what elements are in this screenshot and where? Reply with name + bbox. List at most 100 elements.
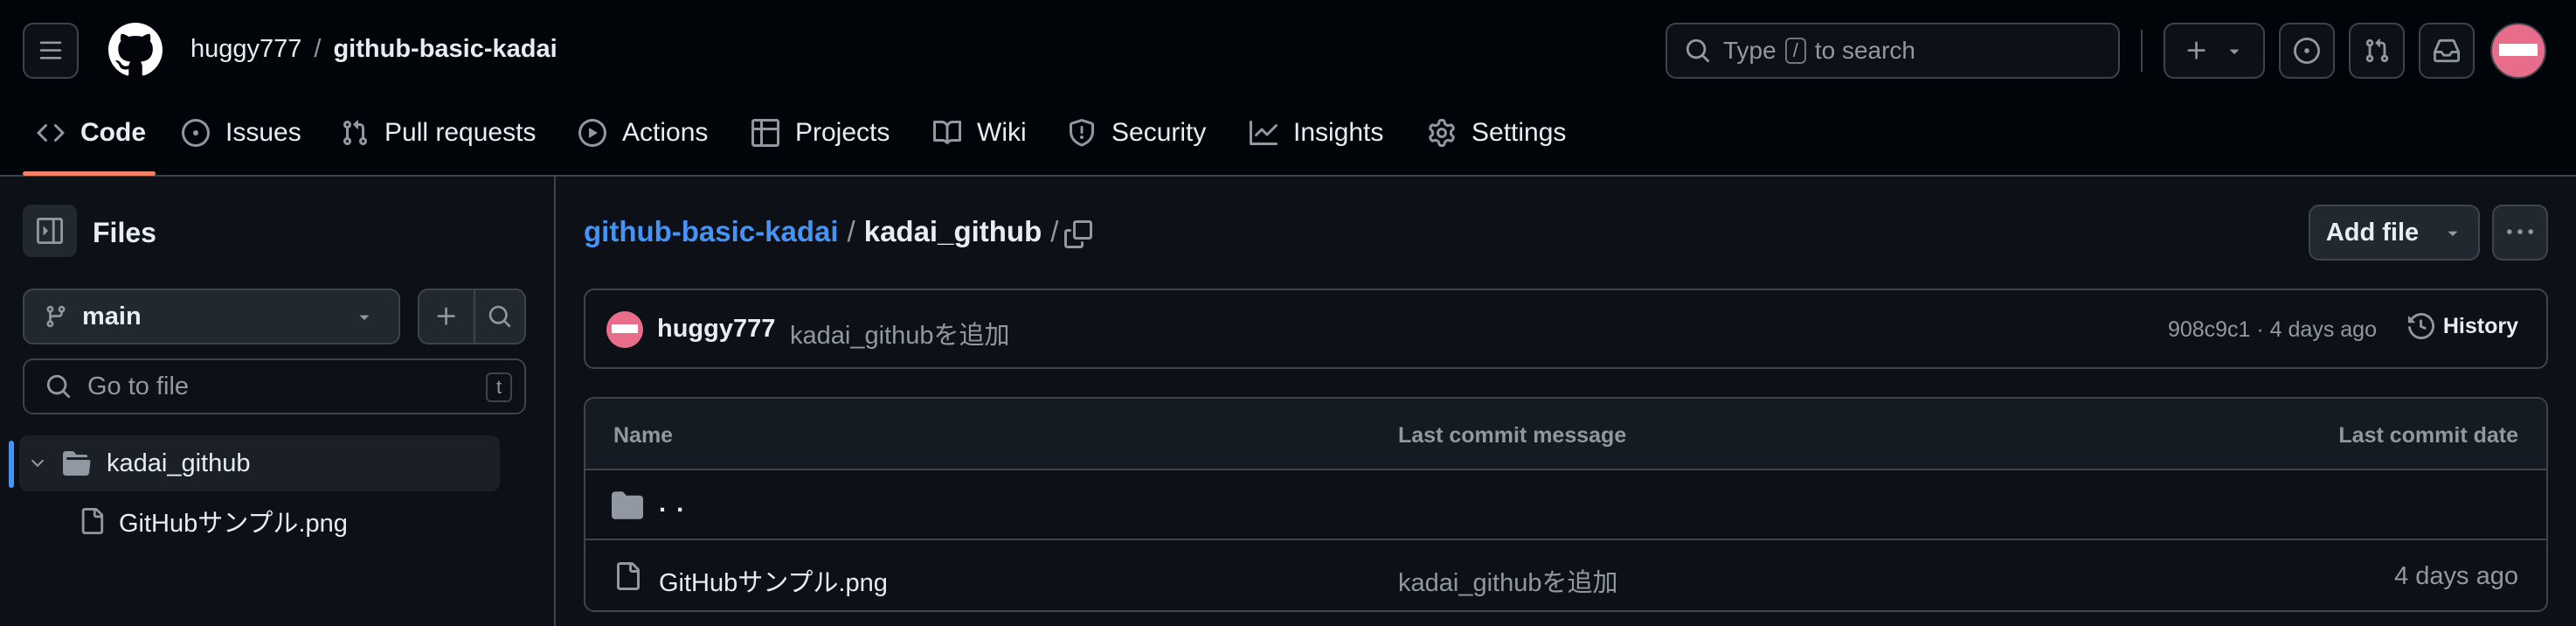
play-icon bbox=[578, 119, 606, 147]
table-row-parent-directory[interactable]: . . bbox=[585, 470, 2546, 540]
search-icon bbox=[488, 305, 511, 328]
breadcrumb-current-folder: kadai_github bbox=[863, 215, 1042, 247]
tab-pull-requests[interactable]: Pull requests bbox=[341, 114, 536, 152]
avatar-pattern bbox=[2499, 44, 2538, 56]
tree-item-folder[interactable]: kadai_github bbox=[19, 435, 500, 491]
tree-item-file-label: GitHubサンプル.png bbox=[119, 510, 348, 538]
add-file-sidebar-button[interactable] bbox=[418, 289, 475, 344]
header-divider bbox=[2141, 30, 2143, 72]
table-header: Name Last commit message Last commit dat… bbox=[585, 399, 2546, 470]
breadcrumb-separator: / bbox=[847, 215, 855, 247]
tab-projects[interactable]: Projects bbox=[751, 114, 890, 152]
user-avatar[interactable] bbox=[2490, 23, 2546, 79]
history-icon bbox=[2407, 313, 2434, 339]
file-tree-sidebar: Files main Go to file t kadai_github Git… bbox=[0, 177, 556, 626]
tab-insights[interactable]: Insights bbox=[1250, 114, 1383, 152]
more-options-button[interactable] bbox=[2492, 205, 2548, 261]
copy-icon bbox=[1064, 220, 1092, 248]
table-row[interactable]: GitHubサンプル.png kadai_githubを追加 4 days ag… bbox=[585, 540, 2546, 610]
git-branch-icon bbox=[46, 305, 66, 328]
search-files-button[interactable] bbox=[474, 289, 526, 344]
branch-name: main bbox=[82, 302, 142, 330]
file-commit-date: 4 days ago bbox=[2394, 562, 2518, 590]
tab-actions-label: Actions bbox=[622, 118, 709, 147]
tab-pull-requests-label: Pull requests bbox=[384, 118, 537, 147]
breadcrumb-separator-trailing: / bbox=[1050, 215, 1059, 247]
search-placeholder-prefix: Type bbox=[1723, 37, 1776, 64]
tab-wiki-label: Wiki bbox=[977, 118, 1027, 147]
tree-item-file[interactable]: GitHubサンプル.png bbox=[79, 493, 498, 549]
branch-selector[interactable]: main bbox=[23, 289, 400, 344]
pull-request-icon bbox=[2365, 38, 2389, 63]
parent-directory-link[interactable]: . . bbox=[659, 490, 685, 518]
go-to-file-input[interactable]: Go to file t bbox=[23, 358, 526, 414]
tab-actions[interactable]: Actions bbox=[578, 114, 708, 152]
menu-button[interactable] bbox=[23, 23, 79, 79]
tab-wiki[interactable]: Wiki bbox=[933, 114, 1027, 152]
plus-icon bbox=[437, 307, 455, 325]
kebab-horizontal-icon bbox=[2507, 229, 2533, 234]
search-input[interactable]: Type / to search bbox=[1665, 23, 2120, 79]
issues-button[interactable] bbox=[2279, 23, 2335, 79]
tab-code[interactable]: Code bbox=[37, 114, 146, 152]
table-icon bbox=[751, 119, 779, 147]
create-new-button[interactable] bbox=[2164, 23, 2265, 79]
sidebar-collapse-icon bbox=[37, 218, 63, 244]
column-header-date: Last commit date bbox=[2338, 423, 2518, 448]
gear-icon bbox=[1429, 119, 1455, 147]
sidebar-title: Files bbox=[93, 217, 156, 248]
tab-issues[interactable]: Issues bbox=[182, 114, 301, 152]
pull-requests-button[interactable] bbox=[2349, 23, 2405, 79]
collapse-sidebar-button[interactable] bbox=[23, 205, 77, 257]
caret-down-icon bbox=[2229, 49, 2240, 54]
owner-link[interactable]: huggy777 bbox=[190, 35, 301, 64]
folder-open-icon bbox=[63, 451, 91, 476]
chevron-down-icon bbox=[31, 459, 44, 467]
tab-security[interactable]: Security bbox=[1068, 114, 1206, 152]
commit-hash-age[interactable]: 908c9c1 · 4 days ago bbox=[2168, 317, 2377, 343]
add-file-button[interactable]: Add file bbox=[2309, 205, 2480, 261]
hamburger-icon bbox=[39, 41, 62, 59]
tab-security-label: Security bbox=[1111, 118, 1207, 147]
commit-message[interactable]: kadai_githubを追加 bbox=[790, 315, 1009, 351]
tab-settings[interactable]: Settings bbox=[1428, 114, 1566, 152]
avatar-pattern bbox=[612, 324, 638, 333]
history-button[interactable]: History bbox=[2407, 313, 2518, 339]
breadcrumb-repo-link[interactable]: github-basic-kadai bbox=[584, 215, 839, 248]
column-header-message: Last commit message bbox=[1398, 423, 1627, 448]
search-icon bbox=[1686, 38, 1710, 63]
tab-code-label: Code bbox=[80, 118, 146, 147]
latest-commit-bar: huggy777 kadai_githubを追加 908c9c1 · 4 day… bbox=[584, 289, 2548, 369]
file-commit-message[interactable]: kadai_githubを追加 bbox=[1398, 562, 1617, 599]
shield-icon bbox=[1070, 119, 1094, 147]
tab-insights-label: Insights bbox=[1293, 118, 1384, 147]
file-icon bbox=[81, 508, 104, 534]
book-icon bbox=[933, 120, 961, 144]
copy-path-button[interactable] bbox=[1059, 215, 1098, 254]
tree-selected-indicator bbox=[9, 441, 14, 488]
commit-author-avatar[interactable] bbox=[606, 311, 643, 348]
tree-item-folder-label: kadai_github bbox=[107, 449, 251, 477]
global-header: huggy777 / github-basic-kadai Type / to … bbox=[0, 0, 2576, 177]
go-to-file-placeholder: Go to file bbox=[87, 372, 190, 400]
inbox-button[interactable] bbox=[2419, 23, 2475, 79]
add-file-label: Add file bbox=[2325, 218, 2420, 247]
search-placeholder-suffix: to search bbox=[1814, 37, 1915, 64]
owner-repo-separator: / bbox=[314, 35, 322, 63]
repo-link[interactable]: github-basic-kadai bbox=[333, 35, 557, 64]
pull-request-icon bbox=[343, 120, 368, 146]
tab-projects-label: Projects bbox=[795, 118, 890, 147]
issue-icon bbox=[2294, 38, 2320, 64]
code-icon bbox=[37, 123, 65, 143]
commit-author[interactable]: huggy777 bbox=[657, 315, 775, 344]
file-name-link[interactable]: GitHubサンプル.png bbox=[659, 562, 888, 599]
github-logo-icon[interactable] bbox=[108, 23, 163, 77]
column-header-name: Name bbox=[613, 423, 674, 448]
tab-issues-label: Issues bbox=[225, 118, 301, 147]
file-icon bbox=[617, 562, 640, 590]
breadcrumb: github-basic-kadai / kadai_github / bbox=[584, 215, 1058, 248]
search-icon bbox=[46, 374, 71, 399]
folder-icon bbox=[612, 491, 643, 519]
history-label: History bbox=[2442, 313, 2518, 338]
plus-icon bbox=[2187, 41, 2206, 59]
